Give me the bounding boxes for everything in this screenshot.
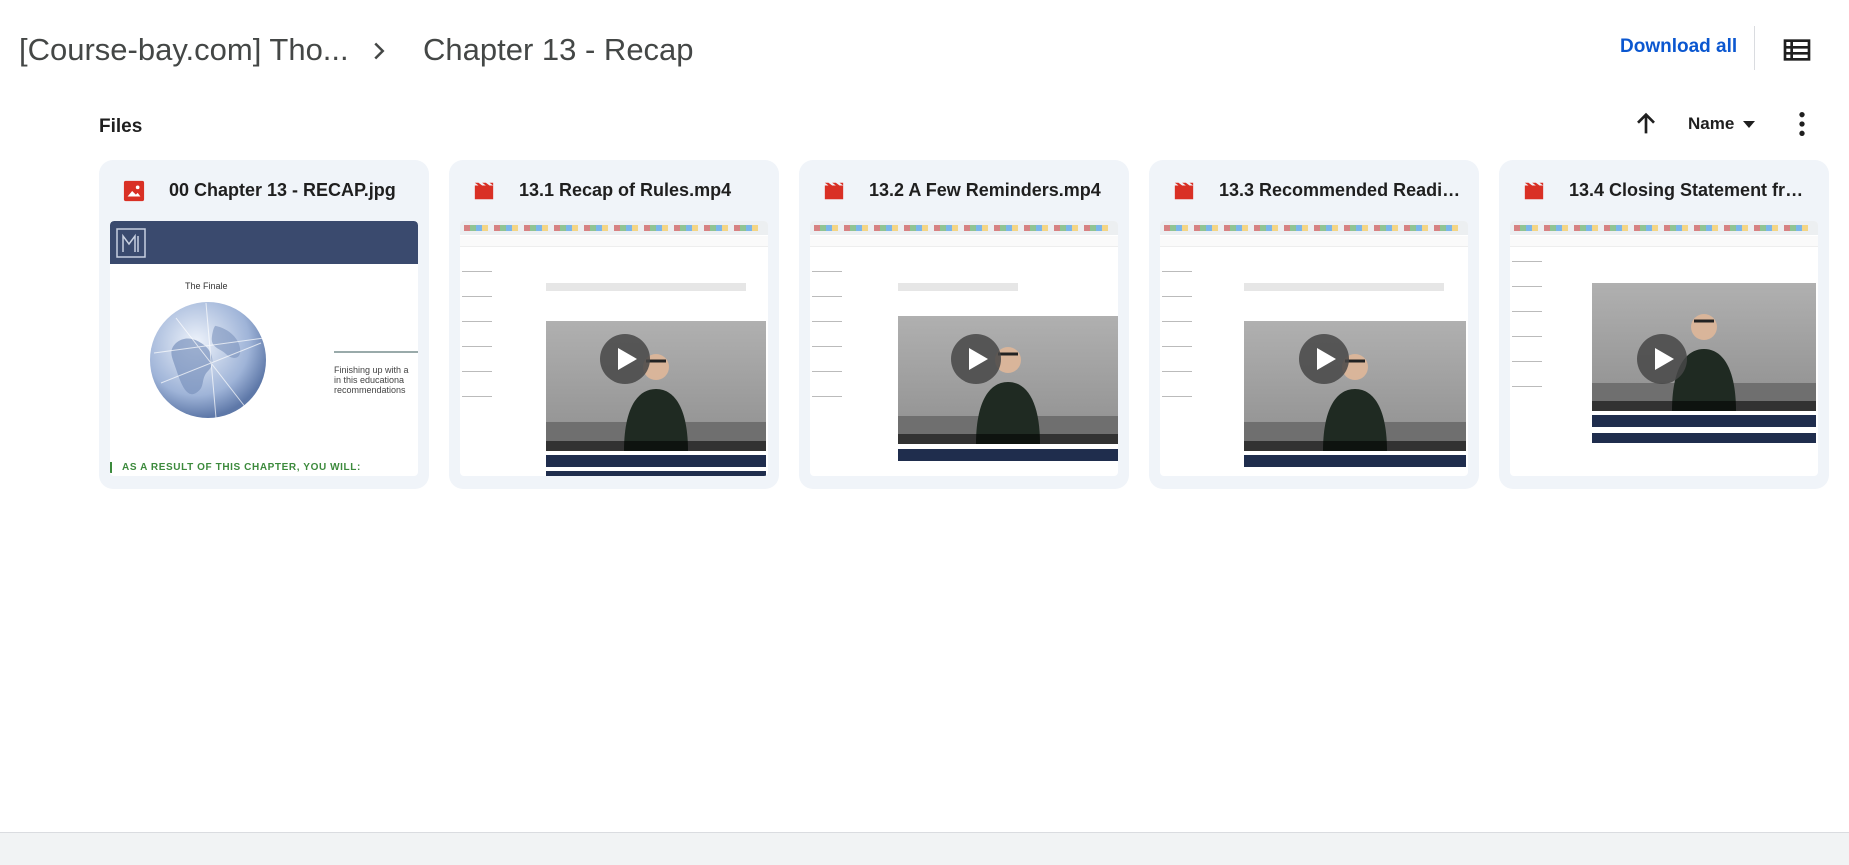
file-card[interactable]: 13.3 Recommended Readin... — [1149, 160, 1479, 489]
breadcrumb-root[interactable]: [Course-bay.com] Tho... — [19, 32, 349, 68]
header-bar: [Course-bay.com] Tho... Chapter 13 - Rec… — [0, 0, 1849, 100]
video-frame — [1592, 283, 1816, 411]
file-card-header: 13.4 Closing Statement from... — [1499, 160, 1829, 222]
play-button[interactable] — [600, 334, 650, 384]
window-bottom-edge — [0, 832, 1849, 865]
play-icon — [1317, 348, 1336, 370]
video-file-icon — [1174, 182, 1194, 200]
page-description — [1244, 283, 1444, 291]
page-sidebar — [1160, 251, 1196, 471]
video-controls — [1244, 441, 1466, 451]
play-icon — [618, 348, 637, 370]
file-card[interactable]: 13.1 Recap of Rules.mp4 — [449, 160, 779, 489]
file-name: 13.2 A Few Reminders.mp4 — [869, 180, 1101, 200]
file-card-header: 13.2 A Few Reminders.mp4 — [799, 160, 1129, 222]
sort-field-label: Name — [1688, 114, 1735, 133]
list-view-icon[interactable] — [1780, 34, 1814, 66]
breadcrumb-current: Chapter 13 - Recap — [423, 32, 694, 67]
browser-tab-strip — [810, 221, 1118, 235]
play-icon — [1655, 348, 1674, 370]
page-test-bar — [898, 449, 1118, 461]
file-card-header: 13.1 Recap of Rules.mp4 — [449, 160, 779, 222]
browser-bookmarks — [810, 236, 1118, 247]
play-button[interactable] — [1637, 334, 1687, 384]
more-vert-icon[interactable] — [1786, 108, 1818, 140]
page-sidebar — [810, 251, 846, 471]
logo-icon — [116, 228, 146, 258]
video-frame — [1244, 321, 1466, 451]
file-card[interactable]: 00 Chapter 13 - RECAP.jpg The Finale Fin… — [99, 160, 429, 489]
video-file-icon — [474, 182, 494, 200]
sort-by-name-button[interactable]: Name — [1688, 110, 1756, 138]
browser-tab-strip — [1510, 221, 1818, 235]
browser-tab-strip — [460, 221, 768, 235]
video-thumbnail — [460, 221, 768, 476]
thumbnail-result-text: AS A RESULT OF THIS CHAPTER, YOU WILL: — [110, 462, 361, 473]
file-name: 00 Chapter 13 - RECAP.jpg — [169, 180, 396, 200]
caret-down-icon — [1743, 121, 1756, 128]
video-controls — [898, 434, 1118, 444]
header-divider — [1754, 26, 1755, 70]
file-name: 13.4 Closing Statement from... — [1569, 180, 1814, 200]
file-card-header: 00 Chapter 13 - RECAP.jpg — [99, 160, 429, 222]
video-controls — [1592, 401, 1816, 411]
image-file-icon — [123, 180, 145, 202]
video-file-icon — [824, 182, 844, 200]
browser-bookmarks — [460, 236, 768, 247]
video-frame — [898, 316, 1118, 444]
browser-bookmarks — [1510, 236, 1818, 247]
page-test-bar — [546, 455, 766, 467]
thumbnail-side-text: Finishing up with a in this educationa r… — [334, 365, 409, 395]
video-thumbnail — [1510, 221, 1818, 476]
play-button[interactable] — [1299, 334, 1349, 384]
file-card[interactable]: 13.4 Closing Statement from... — [1499, 160, 1829, 489]
file-name: 13.1 Recap of Rules.mp4 — [519, 180, 732, 200]
thumbnail-divider — [334, 351, 418, 353]
browser-bookmarks — [1160, 236, 1468, 247]
file-card[interactable]: 13.2 A Few Reminders.mp4 — [799, 160, 1129, 489]
video-frame — [546, 321, 766, 451]
play-icon — [969, 348, 988, 370]
video-file-icon — [1524, 182, 1544, 200]
thumbnail-banner — [110, 221, 418, 264]
video-thumbnail — [810, 221, 1118, 476]
arrow-up-icon[interactable] — [1630, 108, 1662, 140]
file-card-header: 13.3 Recommended Readin... — [1149, 160, 1479, 222]
download-all-button[interactable]: Download all — [1620, 36, 1737, 58]
chevron-right-icon — [374, 42, 385, 60]
page-sidebar — [1510, 251, 1546, 471]
video-thumbnail — [1160, 221, 1468, 476]
file-thumbnail: The Finale Finishing up with a in this e… — [110, 221, 418, 476]
page-test-bar — [1244, 455, 1466, 467]
page-description — [898, 283, 1018, 291]
page-homework-bar — [546, 471, 766, 476]
video-controls — [546, 441, 766, 451]
page-sidebar — [460, 251, 496, 471]
thumbnail-heading: The Finale — [185, 281, 228, 291]
files-section-label: Files — [99, 116, 143, 137]
page-homework-bar — [1592, 433, 1816, 443]
browser-tab-strip — [1160, 221, 1468, 235]
page-test-bar — [1592, 415, 1816, 427]
file-name: 13.3 Recommended Readin... — [1219, 180, 1464, 200]
play-button[interactable] — [951, 334, 1001, 384]
globe-icon — [150, 302, 266, 419]
page-description — [546, 283, 746, 291]
